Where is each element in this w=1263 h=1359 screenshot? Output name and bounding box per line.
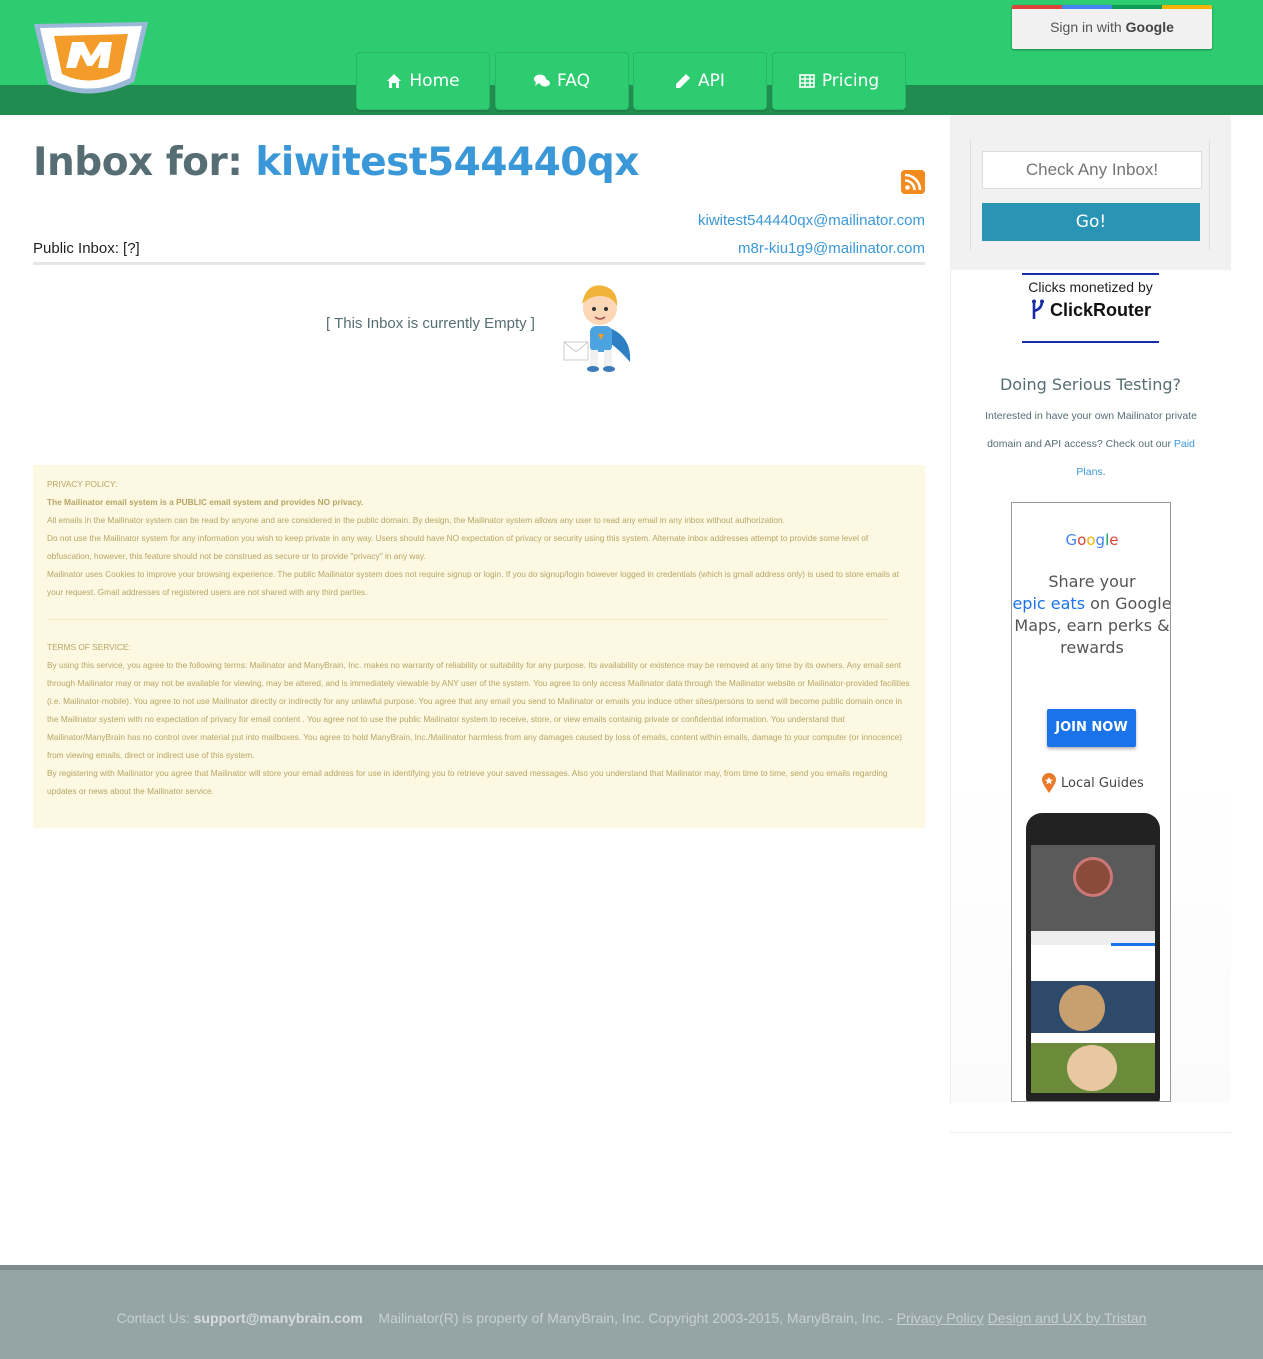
ad-phone-image bbox=[1026, 813, 1160, 1101]
primary-email-link[interactable]: kiwitest544440qx@mailinator.com bbox=[698, 212, 925, 229]
rss-icon[interactable] bbox=[901, 170, 925, 194]
privacy-header: PRIVACY POLICY: bbox=[47, 479, 118, 489]
signin-brand: Google bbox=[1125, 19, 1174, 35]
nav-pricing-button[interactable]: Pricing bbox=[772, 52, 906, 110]
ad-google-logo: Google bbox=[1065, 531, 1119, 549]
public-inbox-label[interactable]: Public Inbox: [?] bbox=[33, 240, 140, 257]
footer-design-link[interactable]: Design and UX by Tristan bbox=[988, 1310, 1147, 1326]
ad-local-guides-label: Local Guides bbox=[1061, 775, 1144, 791]
tos-line: By registering with Mailinator you agree… bbox=[47, 768, 888, 796]
clickrouter-brand-row: ClickRouter bbox=[1022, 299, 1159, 321]
clickrouter-brand: ClickRouter bbox=[1049, 299, 1152, 320]
map-pin-icon bbox=[1042, 773, 1056, 793]
serious-testing-text: Interested in have your own Mailinator p… bbox=[972, 402, 1210, 486]
tos-header: TERMS OF SERVICE: bbox=[47, 642, 131, 652]
serious-testing-body: Interested in have your own Mailinator p… bbox=[985, 410, 1197, 450]
footer-privacy-link[interactable]: Privacy Policy bbox=[897, 1310, 984, 1326]
nav-home-label: Home bbox=[409, 71, 460, 91]
serious-testing-heading: Doing Serious Testing? bbox=[999, 375, 1182, 394]
comments-icon bbox=[534, 74, 551, 87]
google-signin-button[interactable]: Sign in with Google bbox=[1012, 5, 1212, 49]
sidebar-divider bbox=[950, 1132, 1231, 1133]
footer-copyright: Mailinator(R) is property of ManyBrain, … bbox=[378, 1310, 893, 1326]
pencil-icon bbox=[676, 74, 691, 88]
google-color-stripe bbox=[1012, 5, 1212, 9]
nav-api-button[interactable]: API bbox=[633, 52, 767, 110]
legal-notice: PRIVACY POLICY: The Mailinator email sys… bbox=[33, 465, 925, 828]
header-band bbox=[0, 85, 1263, 115]
ad-join-button[interactable]: JOIN NOW bbox=[1047, 709, 1136, 747]
footer-text: Contact Us: support@manybrain.com Mailin… bbox=[0, 1310, 1263, 1326]
ad-headline-1: Share your bbox=[1048, 572, 1136, 591]
page-title: Inbox for: kiwitest544440qx bbox=[33, 140, 639, 185]
divider bbox=[33, 262, 925, 265]
footer-contact-email[interactable]: support@manybrain.com bbox=[194, 1310, 363, 1326]
home-icon bbox=[387, 74, 402, 88]
ad-headline: Share your epic eats on Google Maps, ear… bbox=[1012, 571, 1170, 659]
privacy-line: Do not use the Mailinator system for any… bbox=[47, 533, 869, 561]
mascot-illustration bbox=[563, 285, 631, 372]
alias-email-link[interactable]: m8r-kiu1g9@mailinator.com bbox=[738, 240, 925, 257]
nav-home-button[interactable]: Home bbox=[356, 52, 490, 110]
privacy-line: Mailinator uses Cookies to improve your … bbox=[47, 569, 900, 597]
legal-divider bbox=[47, 619, 887, 620]
empty-inbox-message: [ This Inbox is currently Empty ] bbox=[326, 315, 535, 332]
inbox-name: kiwitest544440qx bbox=[255, 140, 639, 185]
ad-local-guides: Local Guides bbox=[1042, 773, 1144, 793]
tos-line: By using this service, you agree to the … bbox=[47, 660, 910, 760]
nav-pricing-label: Pricing bbox=[821, 71, 880, 91]
table-icon bbox=[799, 74, 815, 88]
clickrouter-logo-icon bbox=[1031, 299, 1044, 319]
sidebar: Go! Clicks monetized by ClickRouter Doin… bbox=[950, 115, 1231, 1103]
privacy-line: The Mailinator email system is a PUBLIC … bbox=[47, 497, 364, 507]
go-button[interactable]: Go! bbox=[982, 203, 1200, 241]
footer-contact-label: Contact Us: bbox=[116, 1310, 190, 1326]
clickrouter-badge[interactable]: Clicks monetized by ClickRouter bbox=[1022, 273, 1159, 343]
footer: Contact Us: support@manybrain.com Mailin… bbox=[0, 1265, 1263, 1359]
google-maps-ad[interactable]: Google Share your epic eats on Google Ma… bbox=[1011, 502, 1171, 1102]
check-inbox-input[interactable] bbox=[982, 151, 1202, 189]
title-prefix: Inbox for: bbox=[33, 140, 243, 185]
serious-testing-end: . bbox=[1102, 466, 1106, 478]
mailinator-logo[interactable] bbox=[30, 16, 152, 98]
clickrouter-caption: Clicks monetized by bbox=[1028, 279, 1153, 295]
nav-faq-button[interactable]: FAQ bbox=[495, 52, 629, 110]
page: Home FAQ API Pricing Sign in with Google… bbox=[0, 0, 1263, 1359]
nav-faq-label: FAQ bbox=[557, 71, 590, 91]
privacy-line: All emails in the Mailinator system can … bbox=[47, 515, 785, 525]
ad-headline-highlight: epic eats bbox=[1012, 594, 1086, 613]
nav-api-label: API bbox=[698, 71, 725, 91]
phone-screen bbox=[1031, 845, 1155, 1093]
signin-prefix: Sign in with bbox=[1050, 19, 1122, 35]
